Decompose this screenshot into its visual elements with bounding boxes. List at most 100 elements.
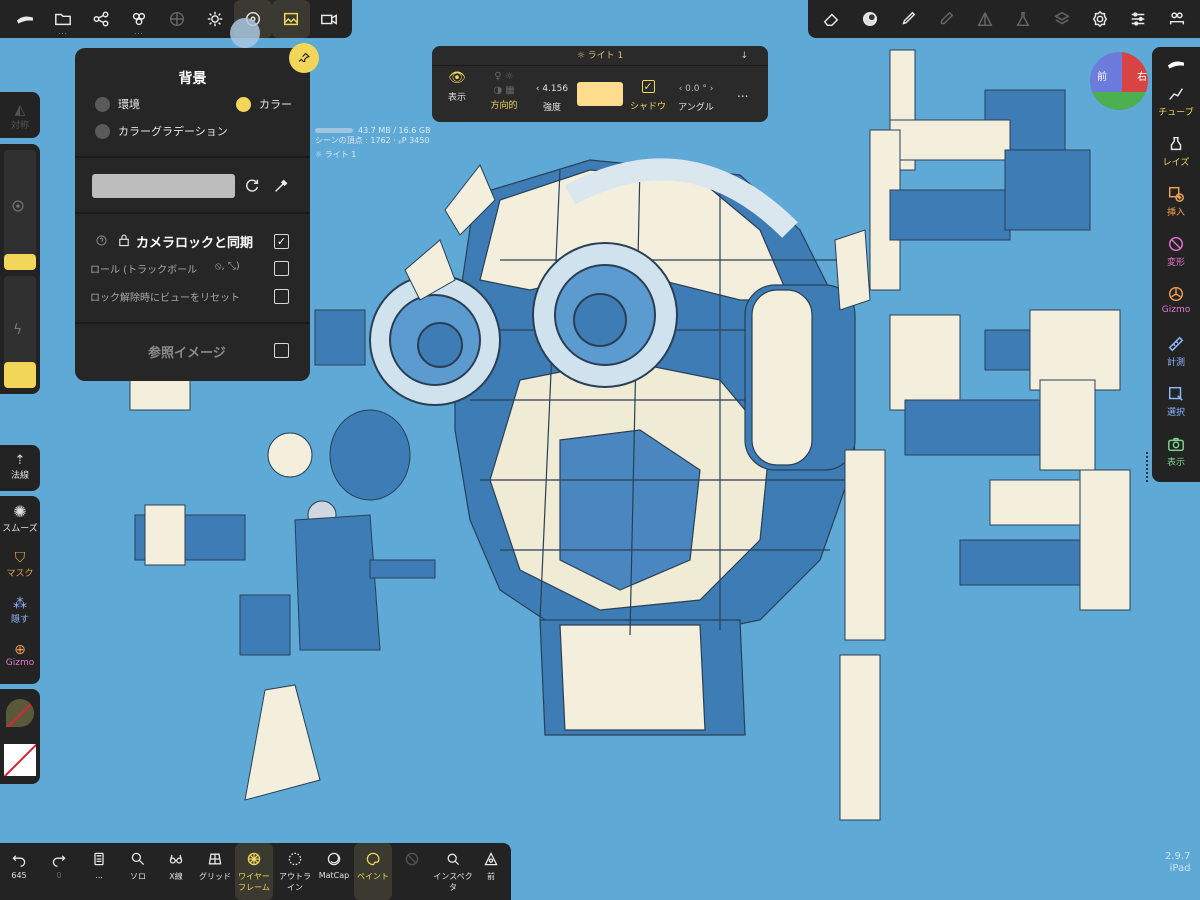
lathe-tool[interactable]: レイズ (1152, 135, 1200, 168)
palette-icon (365, 851, 381, 867)
background-popover: 背景 環境 カラー カラーグラデーション カメラロックと同期 ✓ ロール (トラ… (75, 48, 310, 381)
wireframe-button[interactable]: ワイヤーフレーム (235, 843, 273, 900)
mask-label: マスク (6, 569, 34, 579)
normal-button[interactable]: ⇡ 法線 (0, 445, 40, 481)
sliders-icon[interactable] (1129, 10, 1147, 28)
more-label: ... (95, 871, 103, 880)
right-toolbar-scroll-handle[interactable] (1146, 452, 1152, 482)
symmetry-button[interactable]: ◭ 対称 (0, 92, 40, 131)
radius-icon (11, 199, 25, 213)
layers-icon[interactable]: ... (120, 0, 158, 38)
pin-button[interactable] (289, 43, 319, 73)
radio-color[interactable]: カラー (236, 96, 292, 112)
undo-button[interactable]: 645 (0, 843, 38, 900)
light-show-toggle[interactable]: 👁 表示 (442, 70, 472, 103)
shadow-label: シャドウ (630, 102, 667, 112)
measure-label: 計測 (1166, 358, 1185, 368)
reset-icon[interactable] (243, 177, 261, 195)
more-button[interactable]: ... (737, 86, 748, 100)
version-number: 2.9.7 (1165, 851, 1191, 862)
collapse-arrow-icon[interactable]: ↓ (740, 46, 748, 66)
insert-tool[interactable]: 挿入 (1152, 185, 1200, 218)
matcap-icon[interactable] (861, 10, 879, 28)
wireframe-sphere-icon[interactable] (158, 0, 196, 38)
image-icon[interactable] (272, 0, 310, 38)
settings-icon[interactable] (1091, 10, 1109, 28)
disabled-material-button[interactable] (393, 843, 431, 900)
lathe-icon (1167, 135, 1185, 153)
radio-environment-label: 環境 (118, 98, 140, 111)
reference-image-checkbox[interactable] (274, 343, 289, 358)
sculpt-mode-button[interactable] (1152, 55, 1200, 75)
view-tool[interactable]: 表示 (1152, 435, 1200, 468)
lightning-icon: ϟ (13, 322, 23, 338)
transform-tool[interactable]: 変形 (1152, 235, 1200, 268)
radio-environment[interactable]: 環境 (95, 96, 140, 112)
eraser-icon[interactable] (822, 10, 840, 28)
smooth-tool[interactable]: ✺ スムーズ (0, 502, 40, 534)
inspector-button[interactable]: インスペクタ (430, 843, 476, 900)
roll-checkbox[interactable] (274, 261, 289, 276)
background-color-swatch[interactable] (92, 174, 235, 198)
clay-icon (1167, 55, 1185, 73)
front-label: 前 (487, 872, 495, 881)
select-label: 選択 (1166, 408, 1185, 418)
pen-icon[interactable] (937, 10, 955, 28)
radius-slider-fill (4, 254, 36, 270)
brush-icon[interactable] (899, 10, 917, 28)
camera-icon[interactable] (310, 0, 348, 38)
angle-control[interactable]: ‹ 0.0 ° › アングル (674, 70, 718, 113)
sculpt-brush-icon[interactable] (6, 0, 44, 38)
light-color-swatch[interactable] (577, 82, 623, 106)
outline-button[interactable]: アウトライン (276, 843, 314, 900)
tube-tool[interactable]: チューブ (1152, 85, 1200, 118)
color-swatch-empty[interactable] (4, 744, 36, 776)
help-icon[interactable] (95, 234, 108, 247)
measure-tool[interactable]: 計測 (1152, 335, 1200, 368)
smooth-label: スムーズ (2, 524, 38, 534)
eyedropper-icon[interactable] (272, 177, 290, 195)
grid-button[interactable]: グリッド (196, 843, 234, 900)
popover-title: 背景 (178, 71, 207, 87)
hide-tool[interactable]: ⁂ 隠す (0, 596, 40, 625)
intensity-control[interactable]: ‹ 4.156 強度 (532, 70, 572, 113)
xray-button[interactable]: X線 (157, 843, 195, 900)
gizmo-icon: ⊕ (14, 642, 26, 658)
calculator-button[interactable]: ... (80, 843, 118, 900)
version-info: 2.9.7 iPad (1165, 851, 1190, 875)
symmetry-panel[interactable]: ◭ 対称 (0, 92, 40, 138)
users-icon[interactable] (1168, 10, 1186, 28)
search-icon (130, 851, 146, 867)
stack-icon[interactable] (1053, 10, 1071, 28)
shadow-toggle[interactable]: ✓ シャドウ (630, 70, 666, 112)
grid-label: グリッド (199, 872, 231, 881)
normal-label: 法線 (10, 471, 29, 481)
gizmo-tool[interactable]: ⊕ Gizmo (0, 642, 40, 668)
paint-button[interactable]: ペイント (354, 843, 392, 900)
flask-icon[interactable] (1014, 10, 1032, 28)
reset-view-checkbox[interactable] (274, 289, 289, 304)
intensity-label: 強度 (542, 103, 561, 113)
symmetry-icon[interactable] (976, 10, 994, 28)
select-tool[interactable]: 選択 (1152, 385, 1200, 418)
outline-icon (287, 851, 303, 867)
gizmo-right-tool[interactable]: Gizmo (1152, 285, 1200, 315)
navigation-cube[interactable]: 前 右 (1090, 52, 1148, 110)
camera-lock-checkbox[interactable]: ✓ (274, 234, 289, 249)
mask-tool[interactable]: ⛉ マスク (0, 550, 40, 579)
radio-gradient[interactable]: カラーグラデーション (95, 123, 228, 139)
light-directional[interactable]: ♀ ☼ ◑ ▦ 方向的 (484, 70, 524, 111)
material-swatch[interactable] (6, 699, 34, 727)
matcap-button[interactable]: MatCap (315, 843, 353, 900)
redo-button[interactable]: 0 (40, 843, 78, 900)
angle-value: 0.0 ° (685, 84, 707, 94)
folder-icon[interactable]: ... (44, 0, 82, 38)
sun-small-icon: ☼ (576, 51, 588, 61)
scene-graph-icon[interactable] (82, 0, 120, 38)
right-toolbar: チューブ レイズ 挿入 変形 Gizmo 計測 選択 表示 (1152, 47, 1200, 482)
radio-dot (95, 96, 110, 112)
sun-icon[interactable] (196, 0, 234, 38)
solo-button[interactable]: ソロ (119, 843, 157, 900)
front-view-button[interactable]: 前 (472, 843, 510, 900)
select-icon (1167, 385, 1185, 403)
